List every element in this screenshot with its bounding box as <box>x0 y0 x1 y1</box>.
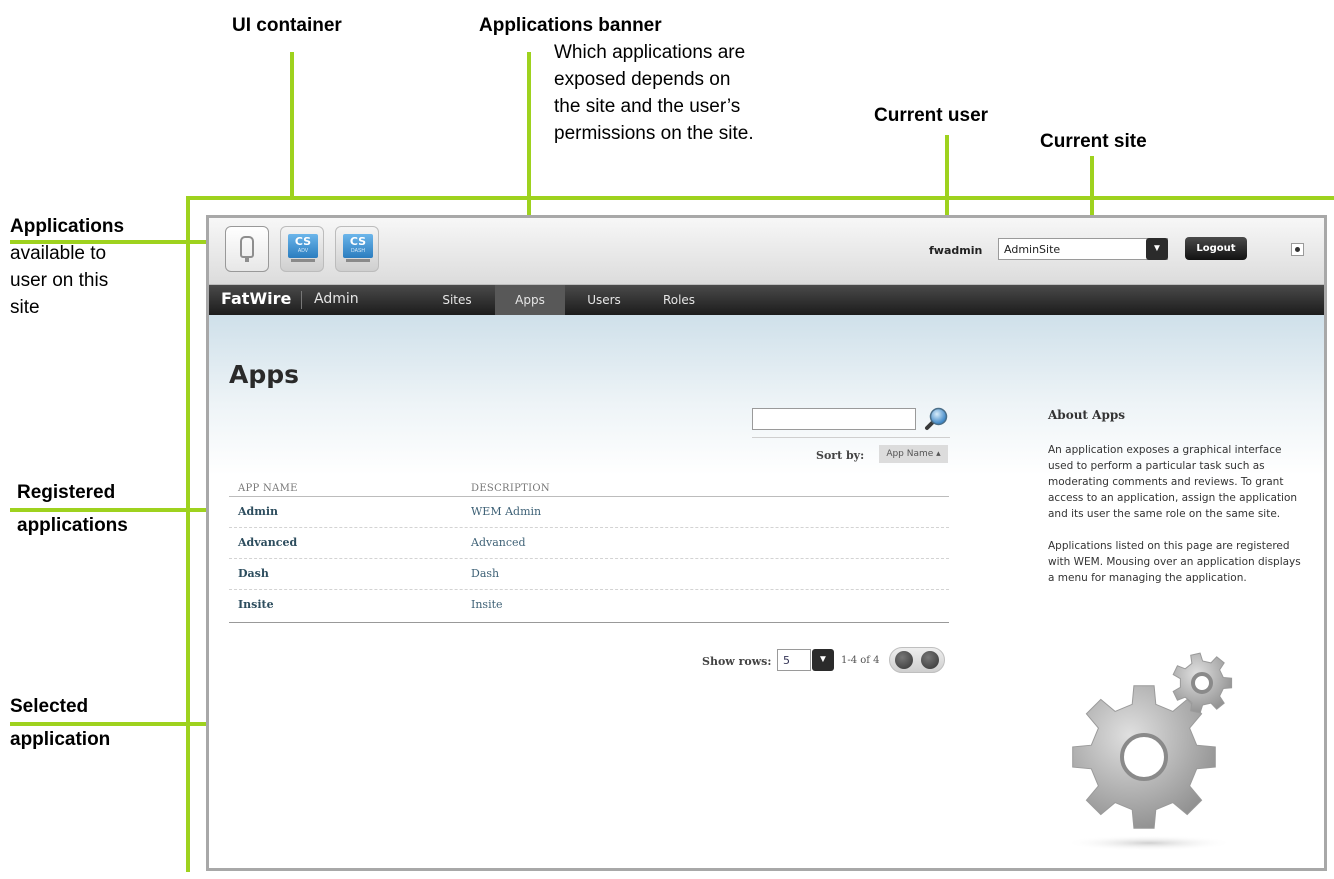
next-page-button[interactable] <box>921 651 939 669</box>
divider <box>752 437 950 438</box>
gear-hole <box>1191 672 1213 694</box>
column-header-app-name[interactable]: APP NAME <box>238 483 298 494</box>
brand-logo: FatWire <box>221 289 292 308</box>
current-site-callout: Current site <box>1040 131 1147 152</box>
nav-sites[interactable]: Sites <box>434 285 480 315</box>
nav-users[interactable]: Users <box>577 285 631 315</box>
callout-line <box>10 508 215 512</box>
ui-container: CS ADV CS DASH fwadmin AdminSite ▼ Logou… <box>206 215 1327 871</box>
search-icon[interactable] <box>922 405 950 433</box>
applications-available-callout: Applications available to user on this s… <box>10 216 125 318</box>
sort-select[interactable]: App Name ▴ <box>879 445 948 463</box>
current-user-callout: Current user <box>874 105 989 126</box>
cs-adv-icon: CS ADV <box>288 234 318 258</box>
table-row[interactable]: Admin WEM Admin <box>229 497 949 528</box>
main-nav: FatWire Admin Sites Apps Users Roles <box>209 285 1324 315</box>
table-row[interactable]: Dash Dash <box>229 559 949 590</box>
bulb-icon <box>240 236 254 262</box>
cs-dash-icon: CS DASH <box>343 234 373 258</box>
callout-line <box>10 240 220 244</box>
table-row[interactable]: Insite Insite <box>229 590 949 621</box>
show-rows-select[interactable]: 5 <box>777 649 811 671</box>
table-row[interactable]: Advanced Advanced <box>229 528 949 559</box>
ui-container-callout: UI container <box>232 15 342 36</box>
applications-banner: CS ADV CS DASH fwadmin AdminSite ▼ Logou… <box>209 218 1324 285</box>
search-input[interactable] <box>752 408 916 430</box>
sort-label: Sort by: <box>816 449 865 462</box>
chevron-down-icon[interactable]: ▼ <box>1146 238 1168 260</box>
show-rows-label: Show rows: <box>702 655 772 668</box>
app-icon-advanced[interactable]: CS ADV <box>280 226 324 272</box>
about-title: About Apps <box>1048 408 1125 422</box>
divider <box>301 291 302 309</box>
applications-banner-callout-title: Applications banner <box>479 15 662 36</box>
app-icon-insite[interactable] <box>225 226 269 272</box>
callout-line <box>186 196 190 872</box>
callout-line <box>10 722 210 726</box>
site-select[interactable]: AdminSite ▼ <box>998 238 1168 260</box>
section-title: Admin <box>314 291 359 307</box>
column-header-description[interactable]: DESCRIPTION <box>471 483 550 494</box>
applications-banner-callout-text: Which applications are exposed depends o… <box>554 42 754 144</box>
pager <box>889 647 945 673</box>
current-user: fwadmin <box>929 244 983 257</box>
previous-page-button[interactable] <box>895 651 913 669</box>
callout-line <box>186 196 1334 200</box>
page-count: 1-4 of 4 <box>841 655 880 666</box>
nav-roles[interactable]: Roles <box>654 285 704 315</box>
app-icon-dash[interactable]: CS DASH <box>335 226 379 272</box>
nav-apps[interactable]: Apps <box>495 285 565 315</box>
logout-button[interactable]: Logout <box>1185 237 1247 260</box>
divider <box>229 622 949 623</box>
window-menu-icon[interactable] <box>1291 243 1304 256</box>
chevron-down-icon[interactable]: ▼ <box>812 649 834 671</box>
page-title: Apps <box>229 360 300 389</box>
gear-hole <box>1120 733 1168 781</box>
main-content: Apps Sort by: App Name ▴ APP NAME DESCRI… <box>209 315 1324 868</box>
callout-line <box>290 52 294 198</box>
about-text: An application exposes a graphical inter… <box>1048 444 1301 584</box>
gears-icon <box>1064 652 1234 851</box>
